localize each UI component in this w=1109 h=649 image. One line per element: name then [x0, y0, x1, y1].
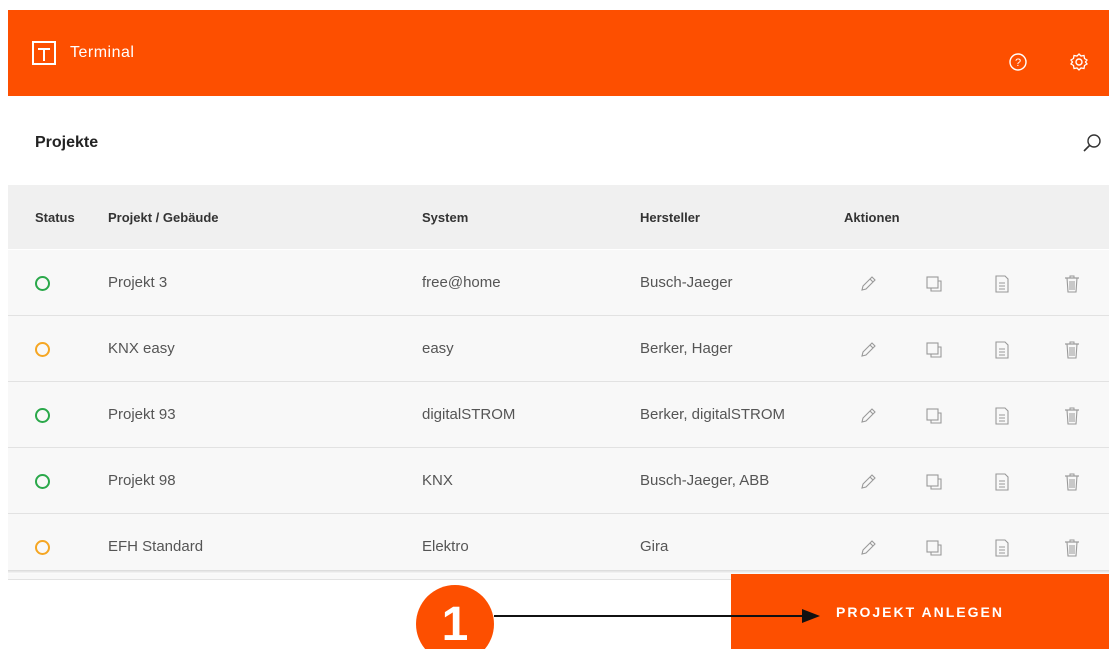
- document-icon[interactable]: [991, 471, 1013, 493]
- manufacturer-name: Busch-Jaeger: [640, 274, 733, 291]
- table-row[interactable]: KNX easy easy Berker, Hager: [8, 316, 1109, 382]
- duplicate-icon[interactable]: [923, 273, 945, 295]
- column-header-status[interactable]: Status: [35, 210, 75, 225]
- project-name: KNX easy: [108, 340, 175, 357]
- page-title: Projekte: [35, 134, 99, 151]
- column-header-system[interactable]: System: [422, 210, 468, 225]
- table-row[interactable]: Projekt 98 KNX Busch-Jaeger, ABB: [8, 448, 1109, 514]
- edit-pencil-icon[interactable]: [857, 537, 879, 559]
- annotation-arrow-line: [494, 615, 804, 617]
- system-name: free@home: [422, 274, 501, 291]
- gear-icon[interactable]: [1069, 52, 1089, 72]
- duplicate-icon[interactable]: [923, 537, 945, 559]
- project-name: Projekt 93: [108, 406, 176, 423]
- document-icon[interactable]: [991, 339, 1013, 361]
- document-icon[interactable]: [991, 273, 1013, 295]
- app-name: Terminal: [70, 44, 135, 61]
- project-name: EFH Standard: [108, 538, 204, 555]
- step-number-badge: 1: [416, 585, 494, 649]
- edit-pencil-icon[interactable]: [857, 471, 879, 493]
- edit-pencil-icon[interactable]: [857, 405, 879, 427]
- help-circle-icon[interactable]: ?: [1008, 52, 1028, 72]
- status-indicator: [35, 342, 50, 357]
- manufacturer-name: Gira: [640, 538, 669, 555]
- terminal-logo-icon: [32, 41, 56, 65]
- system-name: KNX: [422, 472, 453, 489]
- document-icon[interactable]: [991, 537, 1013, 559]
- document-icon[interactable]: [991, 405, 1013, 427]
- edit-pencil-icon[interactable]: [857, 339, 879, 361]
- trash-icon[interactable]: [1061, 405, 1083, 427]
- system-name: easy: [422, 340, 454, 357]
- manufacturer-name: Berker, Hager: [640, 340, 733, 357]
- project-table-body: Projekt 3 free@home Busch-Jaeger KNX eas…: [8, 250, 1109, 580]
- column-header-actions: Aktionen: [844, 210, 900, 225]
- status-indicator: [35, 474, 50, 489]
- app-header: Terminal ?: [8, 10, 1109, 96]
- trash-icon[interactable]: [1061, 273, 1083, 295]
- trash-icon[interactable]: [1061, 339, 1083, 361]
- system-name: Elektro: [422, 538, 469, 555]
- trash-icon[interactable]: [1061, 471, 1083, 493]
- status-indicator: [35, 408, 50, 423]
- manufacturer-name: Berker, digitalSTROM: [640, 406, 786, 423]
- column-header-project[interactable]: Projekt / Gebäude: [108, 210, 219, 225]
- search-icon[interactable]: [1082, 133, 1102, 153]
- duplicate-icon[interactable]: [923, 471, 945, 493]
- table-row[interactable]: Projekt 3 free@home Busch-Jaeger: [8, 250, 1109, 316]
- manufacturer-name: Busch-Jaeger, ABB: [640, 472, 770, 489]
- table-row[interactable]: Projekt 93 digitalSTROM Berker, digitalS…: [8, 382, 1109, 448]
- project-name: Projekt 98: [108, 472, 176, 489]
- column-header-manufacturer[interactable]: Hersteller: [640, 210, 700, 225]
- create-project-button[interactable]: PROJEKT ANLEGEN: [731, 574, 1109, 649]
- svg-text:?: ?: [1015, 57, 1021, 69]
- annotation-arrow-head: [802, 609, 820, 623]
- status-indicator: [35, 276, 50, 291]
- table-header: Status Projekt / Gebäude System Herstell…: [8, 185, 1109, 249]
- system-name: digitalSTROM: [422, 406, 516, 423]
- duplicate-icon[interactable]: [923, 405, 945, 427]
- trash-icon[interactable]: [1061, 537, 1083, 559]
- edit-pencil-icon[interactable]: [857, 273, 879, 295]
- duplicate-icon[interactable]: [923, 339, 945, 361]
- project-name: Projekt 3: [108, 274, 168, 291]
- brand[interactable]: Terminal: [32, 37, 164, 69]
- status-indicator: [35, 540, 50, 555]
